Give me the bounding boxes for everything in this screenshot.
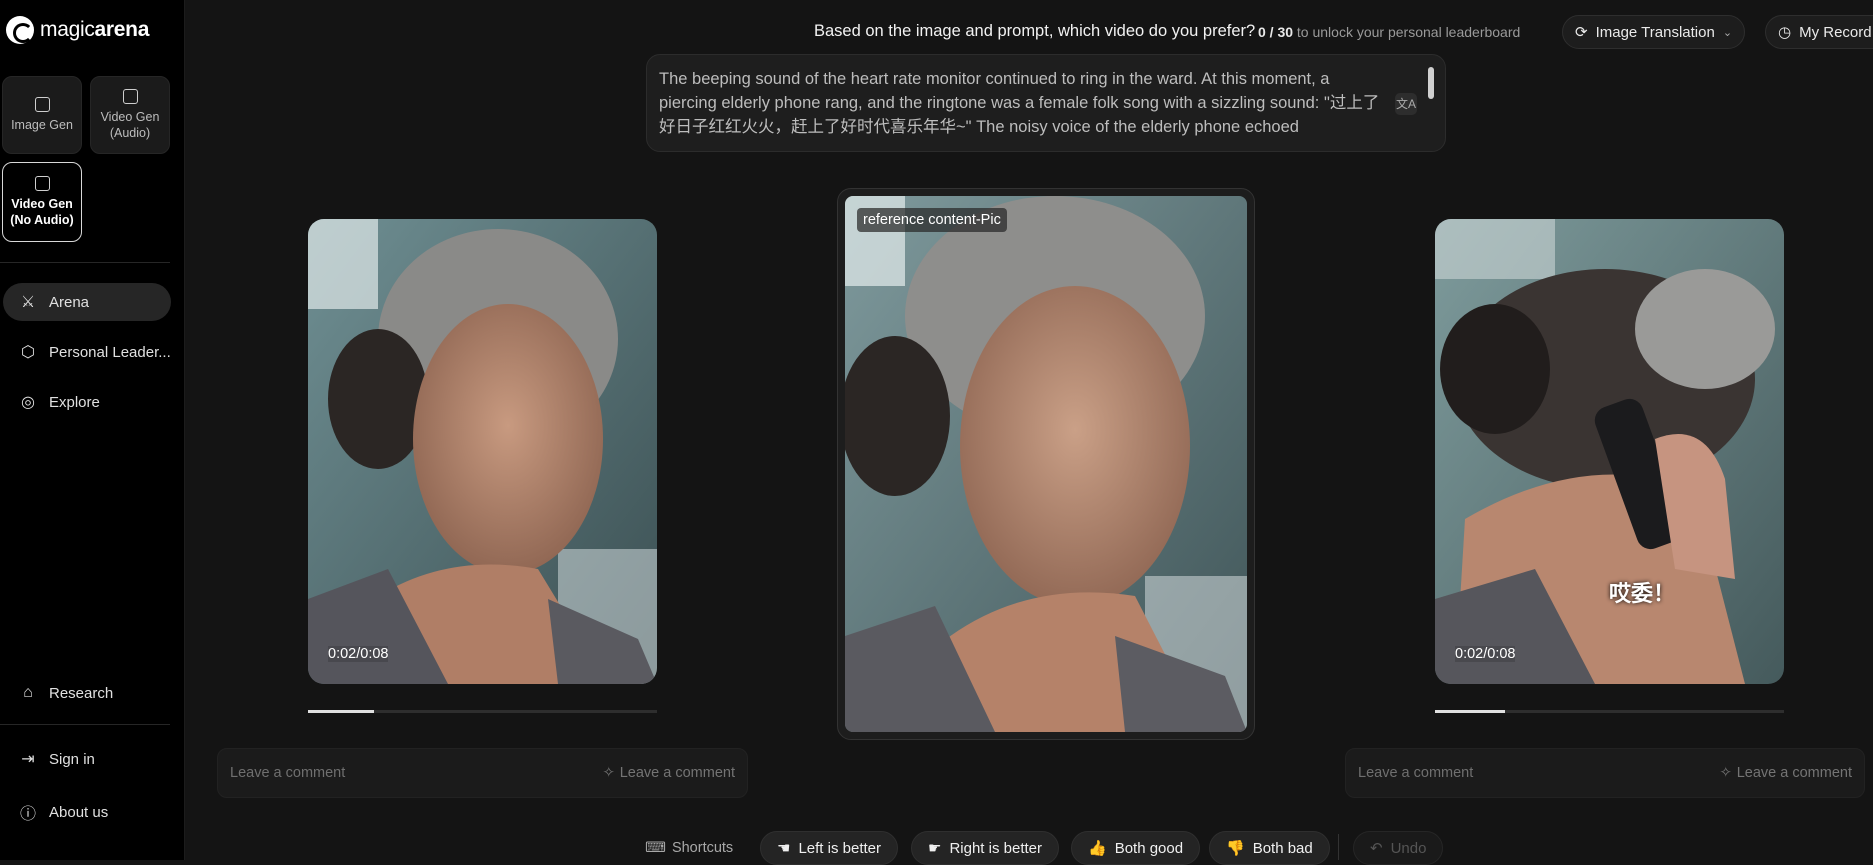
right-video[interactable]: 哎委！ 0:02/0:08 (1435, 219, 1784, 684)
reference-image: reference content-Pic (845, 196, 1247, 732)
left-better-label: Left is better (798, 839, 881, 857)
left-ai-comment-label: Leave a comment (619, 765, 735, 781)
prompt-scrollbar[interactable] (1428, 67, 1434, 99)
right-video-time: 0:02/0:08 (1455, 646, 1516, 662)
left-video-progress-fill (308, 710, 375, 713)
mode-image-gen[interactable]: Image Gen (2, 76, 82, 154)
prompt-text: The beeping sound of the heart rate moni… (659, 70, 1380, 136)
sidebar-item-label: Arena (49, 293, 90, 311)
left-comment-placeholder: Leave a comment (230, 765, 346, 781)
brand-light: magic (40, 18, 95, 41)
chevron-down-icon: ⌄ (1722, 26, 1733, 39)
right-better-label: Right is better (949, 839, 1042, 857)
progress-indicator: 0 / 30 to unlock your personal leaderboa… (1258, 24, 1520, 40)
reference-image-frame (845, 196, 1247, 732)
my-record-label: My Record (1799, 23, 1872, 41)
mode-video-gen-no-audio-label: Video Gen (No Audio) (10, 196, 74, 227)
shortcuts-label: Shortcuts (671, 840, 734, 856)
right-ai-comment-label: Leave a comment (1736, 765, 1852, 781)
actions-divider (1338, 834, 1339, 860)
left-video-frame (308, 219, 657, 684)
prompt-box[interactable]: The beeping sound of the heart rate moni… (646, 54, 1446, 152)
logo-icon (6, 16, 34, 44)
image-translation-label: Image Translation (1595, 23, 1715, 41)
right-ai-comment-button[interactable]: ✧ Leave a comment (1720, 765, 1852, 781)
reference-tag: reference content-Pic (857, 208, 1007, 232)
sidebar-item-label: Explore (49, 393, 100, 411)
sidebar: magicarena Image Gen Video Gen (Audio) V… (0, 0, 185, 860)
image-translation-dropdown[interactable]: ⟳ Image Translation ⌄ (1562, 15, 1746, 49)
right-video-frame (1435, 219, 1784, 684)
mode-video-gen-no-audio[interactable]: Video Gen (No Audio) (2, 162, 82, 242)
left-ai-comment-button[interactable]: ✧ Leave a comment (603, 765, 735, 781)
sidebar-item-about[interactable]: ⓘ About us (3, 793, 171, 831)
pointing-right-icon: ☛ (928, 840, 942, 857)
left-video[interactable]: 0:02/0:08 (308, 219, 657, 684)
sidebar-item-arena[interactable]: ⚔ Arena (3, 283, 171, 321)
translate-icon: ⟳ (1575, 24, 1588, 41)
video-play-icon (34, 175, 50, 191)
mode-video-gen-audio[interactable]: Video Gen (Audio) (90, 76, 170, 154)
sidebar-item-signin[interactable]: ⇥ Sign in (3, 740, 171, 778)
right-video-caption: 哎委！ (1609, 581, 1676, 606)
left-video-progress[interactable] (308, 710, 657, 713)
keyboard-icon: ⌨ (645, 840, 666, 856)
history-icon: ◷ (1778, 24, 1792, 41)
sparkle-icon: ✧ (1719, 765, 1732, 781)
image-icon (34, 96, 50, 112)
right-comment-placeholder: Leave a comment (1358, 765, 1474, 781)
sidebar-item-label: Sign in (49, 750, 95, 768)
right-video-progress-fill (1435, 710, 1505, 713)
both-good-label: Both good (1114, 839, 1184, 857)
left-comment-input[interactable]: Leave a comment ✧ Leave a comment (217, 748, 748, 798)
info-icon: ⓘ (19, 806, 36, 823)
brand-bold: arena (94, 18, 150, 41)
undo-icon: ↶ (1370, 840, 1383, 857)
sign-in-icon: ⇥ (21, 751, 35, 768)
progress-count: 0 / 30 (1258, 24, 1294, 40)
sidebar-item-research[interactable]: ⌂ Research (3, 674, 171, 712)
mode-image-gen-label: Image Gen (11, 117, 73, 132)
pointing-left-icon: ☚ (777, 840, 791, 857)
left-video-time: 0:02/0:08 (328, 646, 389, 662)
swords-icon: ⚔ (20, 294, 36, 311)
shortcuts-button[interactable]: ⌨ Shortcuts (645, 840, 733, 856)
undo-label: Undo (1390, 839, 1427, 857)
sidebar-item-label: Personal Leader... (49, 343, 171, 361)
right-comment-input[interactable]: Leave a comment ✧ Leave a comment (1345, 748, 1865, 798)
logo[interactable]: magicarena (6, 16, 149, 44)
translate-prompt-icon[interactable]: 文A (1395, 93, 1417, 115)
progress-suffix: to unlock your personal leaderboard (1296, 24, 1521, 40)
thumbs-up-icon: 👍 (1088, 840, 1107, 857)
page-question: Based on the image and prompt, which vid… (814, 22, 1256, 40)
sidebar-divider (0, 262, 170, 263)
graduation-cap-icon: ⌂ (23, 684, 33, 701)
planet-icon: ◎ (21, 394, 35, 411)
sidebar-divider-bottom (0, 724, 170, 725)
thumbs-down-icon: 👎 (1226, 840, 1245, 857)
badge-icon: ⬡ (21, 344, 35, 361)
sparkle-icon: ✧ (602, 765, 615, 781)
sidebar-item-leaderboard[interactable]: ⬡ Personal Leader... (3, 333, 171, 371)
mode-video-gen-audio-label: Video Gen (Audio) (100, 109, 160, 140)
video-audio-icon (122, 88, 138, 104)
sidebar-item-label: About us (49, 803, 109, 821)
sidebar-item-explore[interactable]: ◎ Explore (3, 383, 171, 421)
right-video-progress[interactable] (1435, 710, 1784, 713)
sidebar-item-label: Research (49, 684, 114, 702)
my-record-button[interactable]: ◷ My Record (1765, 15, 1873, 49)
both-bad-label: Both bad (1252, 839, 1313, 857)
